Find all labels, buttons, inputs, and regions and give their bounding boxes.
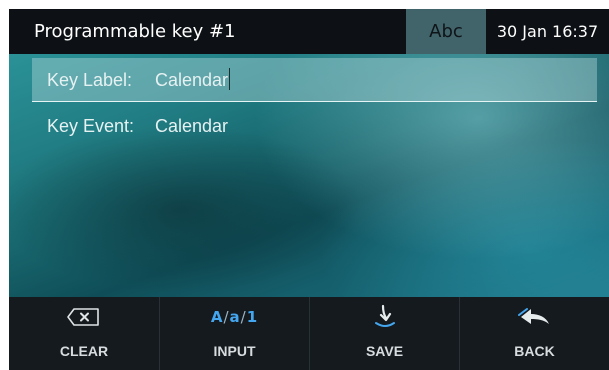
field-value: Calendar	[155, 70, 229, 90]
text-cursor	[229, 68, 231, 90]
input-mode-indicator: Abc	[406, 9, 486, 54]
softkey-label: CLEAR	[59, 343, 109, 359]
softkey-label: INPUT	[213, 343, 256, 359]
date-time: 30 Jan 16:37	[496, 22, 599, 41]
page-title: Programmable key #1	[34, 21, 236, 42]
softkey-label: BACK	[514, 343, 555, 359]
softkey-label: SAVE	[365, 343, 404, 359]
backspace-icon	[9, 305, 159, 329]
key-label-input[interactable]: Calendar	[155, 58, 231, 102]
softkey-bar: CLEAR A/a/1 INPUT SAVE BACK	[9, 297, 609, 370]
phone-screen: Programmable key #1 Abc 30 Jan 16:37 Key…	[9, 9, 609, 370]
save-arrow-icon	[310, 304, 459, 329]
back-arrow-icon	[460, 305, 609, 329]
field-label: Key Label:	[47, 70, 133, 90]
back-softkey[interactable]: BACK	[459, 297, 609, 370]
clear-softkey[interactable]: CLEAR	[9, 297, 159, 370]
input-mode-icon: A/a/1	[210, 308, 259, 326]
header-bar: Programmable key #1 Abc 30 Jan 16:37	[9, 9, 609, 54]
save-softkey[interactable]: SAVE	[309, 297, 459, 370]
field-key-label[interactable]: Key Label: Calendar	[32, 58, 597, 102]
field-value: Calendar	[155, 116, 229, 136]
field-key-event[interactable]: Key Event: Calendar	[32, 104, 597, 148]
field-label: Key Event:	[47, 116, 135, 136]
input-softkey[interactable]: A/a/1 INPUT	[159, 297, 309, 370]
